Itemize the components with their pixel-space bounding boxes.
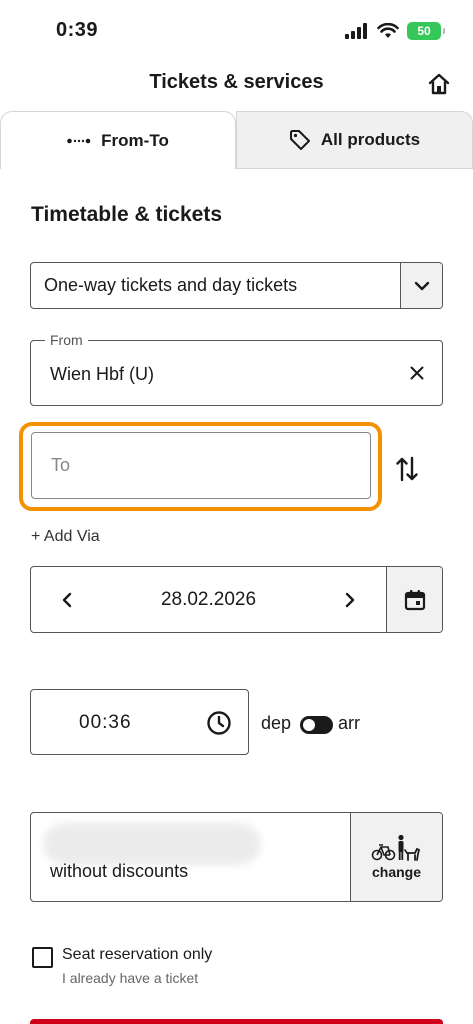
redacted-passenger-name — [43, 823, 261, 865]
discount-text: without discounts — [50, 861, 189, 881]
tag-icon — [289, 130, 310, 150]
tab-all-products[interactable]: All products — [236, 111, 473, 169]
date-value: 28.02.2026 — [160, 588, 257, 610]
calendar-icon — [404, 589, 425, 610]
chevron-down-icon — [414, 281, 429, 290]
ticket-type-value: One-way tickets and day tickets — [44, 275, 298, 295]
wifi-icon — [377, 23, 399, 38]
status-bar: 0:39 50 — [0, 0, 473, 60]
seat-reservation-sublabel: I already have a ticket — [62, 970, 199, 986]
clock-icon — [207, 711, 231, 735]
dep-arr-toggle[interactable] — [300, 716, 333, 734]
passenger-info: without discounts — [31, 813, 350, 901]
page-title: Tickets & services — [149, 71, 324, 93]
route-dots-icon — [67, 138, 91, 143]
select-dropdown-button[interactable] — [400, 263, 442, 308]
ticket-type-select[interactable]: One-way tickets and day tickets — [30, 262, 443, 309]
chevron-left-icon[interactable] — [57, 588, 77, 612]
tab-all-products-label: All products — [320, 130, 421, 149]
to-field[interactable] — [31, 432, 371, 499]
status-icons: 50 — [345, 22, 445, 40]
arr-label: arr — [338, 713, 360, 733]
swap-icon[interactable] — [394, 455, 420, 483]
battery-level: 50 — [417, 24, 431, 38]
date-picker: 28.02.2026 — [30, 566, 443, 633]
from-field[interactable]: From Wien Hbf (U) — [30, 332, 443, 406]
chevron-right-icon[interactable] — [340, 588, 360, 612]
tab-bar: From-To All products — [0, 111, 473, 169]
seat-reservation-label[interactable]: Seat reservation only — [62, 946, 212, 964]
time-picker[interactable]: 00:36 — [30, 689, 249, 755]
date-display[interactable]: 28.02.2026 — [31, 567, 386, 632]
seat-reservation-checkbox[interactable] — [32, 947, 53, 968]
dep-label: dep — [261, 713, 292, 733]
signal-icon — [345, 23, 367, 39]
battery-indicator: 50 — [407, 22, 445, 40]
search-button[interactable] — [30, 1019, 443, 1024]
clear-icon[interactable] — [406, 362, 428, 384]
tab-from-to-label: From-To — [101, 130, 169, 150]
passenger-selector[interactable]: without discounts change — [30, 812, 443, 902]
toggle-knob — [303, 719, 315, 731]
home-icon[interactable] — [425, 70, 453, 98]
time-value: 00:36 — [79, 712, 132, 733]
tab-from-to[interactable]: From-To — [0, 111, 236, 169]
from-label: From — [45, 332, 88, 348]
status-time: 0:39 — [56, 19, 99, 41]
bike-person-dog-icon — [371, 834, 420, 861]
change-label: change — [371, 864, 421, 880]
to-input[interactable] — [32, 433, 370, 498]
from-value: Wien Hbf (U) — [50, 364, 155, 384]
calendar-button[interactable] — [386, 567, 442, 632]
change-button[interactable]: change — [350, 813, 442, 901]
add-via-link[interactable]: + Add Via — [31, 528, 100, 546]
section-title: Timetable & tickets — [31, 203, 223, 226]
